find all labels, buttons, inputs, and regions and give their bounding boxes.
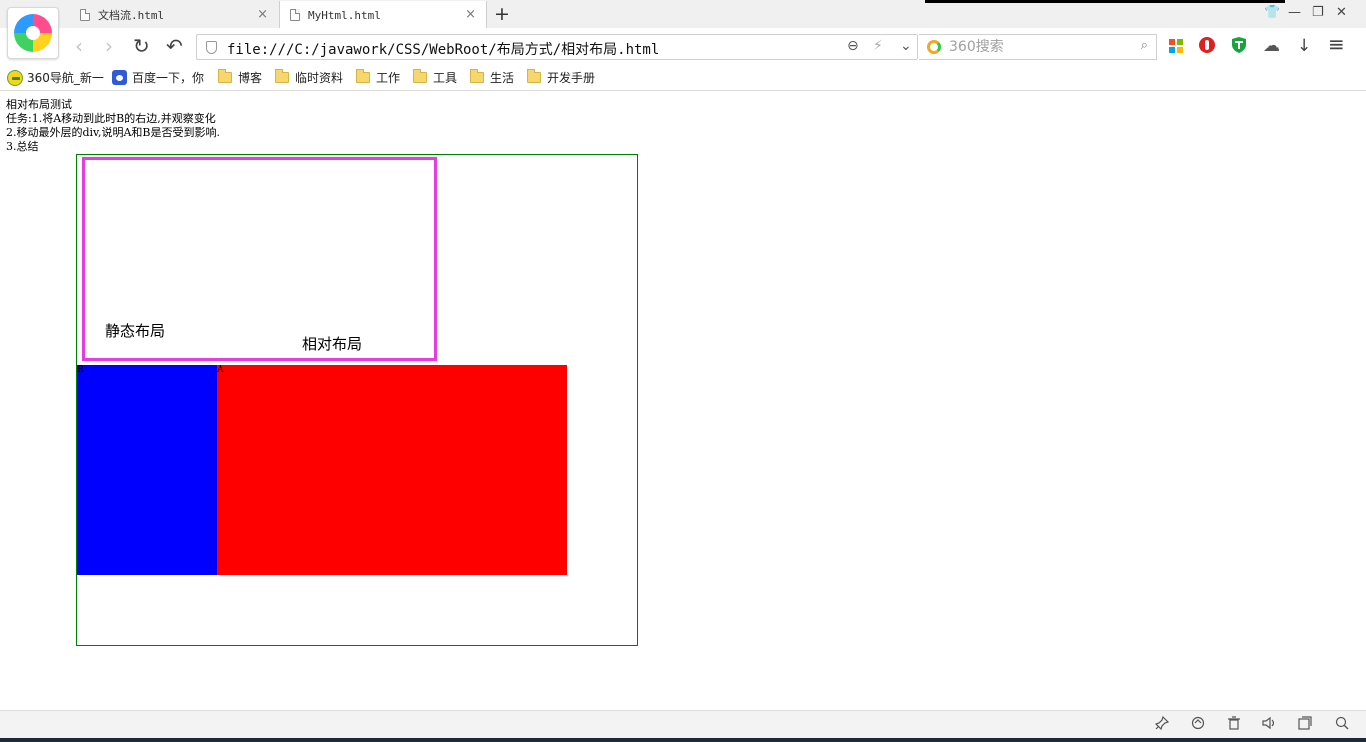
bookmark-folder-dev-manual[interactable]: 开发手册 bbox=[527, 69, 595, 86]
folder-icon bbox=[413, 69, 427, 83]
trash-icon[interactable] bbox=[1227, 716, 1241, 734]
magnifier-svg bbox=[1335, 716, 1349, 730]
document-icon bbox=[290, 9, 300, 21]
page-instructions: 相对布局测试 任务:1.将A移动到此时B的右边,并观察变化 2.移动最外层的di… bbox=[6, 98, 220, 154]
bookmark-folder-temp[interactable]: 临时资料 bbox=[275, 69, 343, 86]
static-layout-label: 静态布局 bbox=[105, 322, 166, 340]
refresh-circle-svg bbox=[1191, 716, 1205, 730]
tab-label: MyHtml.html bbox=[308, 8, 381, 22]
back-button[interactable]: ‹ bbox=[75, 35, 83, 57]
reload-button[interactable]: ↻ bbox=[133, 35, 150, 57]
security-shield-icon[interactable] bbox=[1230, 36, 1248, 59]
bookmark-folder-blog[interactable]: 博客 bbox=[218, 69, 262, 86]
tab-label: 文档流.html bbox=[98, 8, 165, 22]
close-icon[interactable]: × bbox=[257, 7, 268, 22]
browser-logo-icon bbox=[14, 14, 52, 52]
bookmarks-bar: 360导航_新一 百度一下，你 博客 临时资料 工作 工具 生活 开发手册 bbox=[0, 65, 1366, 91]
search-icon[interactable]: ⌕ bbox=[1141, 38, 1148, 53]
task-line-1: 任务:1.将A移动到此时B的右边,并观察变化 bbox=[6, 112, 216, 125]
search-engine-icon bbox=[927, 40, 941, 54]
cloud-icon[interactable]: ☁ bbox=[1263, 36, 1280, 56]
close-window-button[interactable]: ✕ bbox=[1336, 5, 1347, 20]
apps-grid-icon[interactable] bbox=[1169, 38, 1183, 58]
bookmark-label: 生活 bbox=[490, 71, 515, 85]
zoom-icon[interactable]: ⊖ bbox=[847, 38, 859, 54]
bookmark-folder-tools[interactable]: 工具 bbox=[413, 69, 457, 86]
bookmark-label: 博客 bbox=[238, 71, 263, 85]
360-icon bbox=[7, 69, 23, 86]
status-bar bbox=[0, 710, 1366, 738]
adblock-svg bbox=[1199, 37, 1215, 53]
skin-icon[interactable]: 👕 bbox=[1264, 5, 1280, 20]
undo-close-button[interactable]: ↶ bbox=[166, 35, 183, 57]
search-box: ⌕ bbox=[919, 34, 1157, 60]
url-text[interactable]: file:///C:/javawork/CSS/WebRoot/布局方式/相对布… bbox=[227, 39, 659, 59]
bookmark-label: 工作 bbox=[376, 71, 401, 85]
tab-myhtml[interactable]: MyHtml.html × bbox=[279, 1, 487, 29]
trash-svg bbox=[1228, 716, 1240, 730]
bookmark-label: 工具 bbox=[433, 71, 458, 85]
browser-logo[interactable] bbox=[7, 7, 59, 59]
window-icon[interactable] bbox=[1298, 716, 1312, 734]
tab-strip: 文档流.html × MyHtml.html × + 👕 — ❐ ✕ bbox=[0, 0, 1366, 29]
pin-icon[interactable] bbox=[1154, 715, 1170, 734]
new-tab-button[interactable]: + bbox=[494, 3, 510, 25]
page-content: 相对布局测试 任务:1.将A移动到此时B的右边,并观察变化 2.移动最外层的di… bbox=[0, 92, 1366, 710]
lightning-icon[interactable]: ⚡ bbox=[873, 38, 883, 54]
bookmark-label: 360导航_新一 bbox=[27, 71, 104, 85]
bookmark-360-nav[interactable]: 360导航_新一 bbox=[7, 69, 104, 86]
top-accent-bar bbox=[925, 0, 1285, 3]
forward-button[interactable]: › bbox=[105, 35, 113, 57]
document-icon bbox=[80, 8, 90, 21]
bookmark-folder-work[interactable]: 工作 bbox=[356, 69, 400, 86]
folder-icon bbox=[527, 69, 541, 83]
folder-icon bbox=[356, 69, 370, 83]
navigation-bar: ‹ › ↻ ↶ file:///C:/javawork/CSS/WebRoot/… bbox=[0, 28, 1366, 65]
restore-button[interactable]: ❐ bbox=[1312, 5, 1324, 20]
task-line-3: 3.总结 bbox=[6, 140, 39, 153]
bookmark-label: 临时资料 bbox=[295, 71, 344, 85]
bookmark-label: 开发手册 bbox=[547, 71, 596, 85]
folder-icon bbox=[275, 69, 289, 83]
baidu-icon bbox=[112, 70, 127, 85]
menu-icon[interactable]: ≡ bbox=[1328, 34, 1345, 54]
address-bar[interactable]: file:///C:/javawork/CSS/WebRoot/布局方式/相对布… bbox=[196, 34, 918, 60]
bookmark-label: 百度一下，你 bbox=[132, 71, 205, 85]
box-a-red: A bbox=[217, 365, 567, 575]
bookmark-baidu[interactable]: 百度一下，你 bbox=[112, 69, 204, 86]
refresh-circle-icon[interactable] bbox=[1191, 716, 1205, 734]
folder-icon bbox=[470, 69, 484, 83]
page-heading: 相对布局测试 bbox=[6, 98, 72, 111]
download-icon[interactable]: ↓ bbox=[1297, 36, 1311, 56]
box-b-blue: B bbox=[77, 365, 217, 575]
speaker-svg bbox=[1262, 716, 1275, 730]
box-b-label: B bbox=[77, 365, 84, 375]
chevron-down-icon[interactable]: ⌄ bbox=[900, 38, 912, 54]
minimize-button[interactable]: — bbox=[1288, 5, 1301, 20]
taskbar-strip bbox=[0, 738, 1366, 742]
pin-svg bbox=[1154, 715, 1170, 731]
search-input[interactable] bbox=[949, 38, 1129, 56]
security-shield-svg bbox=[1232, 37, 1246, 53]
bookmark-folder-life[interactable]: 生活 bbox=[470, 69, 514, 86]
window-svg bbox=[1298, 716, 1312, 730]
adblock-icon[interactable] bbox=[1198, 36, 1216, 59]
task-line-2: 2.移动最外层的div,说明A和B是否受到影响. bbox=[6, 126, 220, 139]
apps-grid-svg bbox=[1169, 39, 1183, 53]
shield-icon bbox=[206, 41, 217, 54]
close-icon[interactable]: × bbox=[465, 7, 476, 22]
tab-document-flow[interactable]: 文档流.html × bbox=[70, 1, 278, 28]
relative-layout-label: 相对布局 bbox=[302, 335, 363, 353]
folder-icon bbox=[218, 69, 232, 83]
speaker-icon[interactable] bbox=[1262, 716, 1277, 734]
box-a-label: A bbox=[217, 365, 224, 375]
magnifier-icon[interactable] bbox=[1335, 716, 1349, 734]
